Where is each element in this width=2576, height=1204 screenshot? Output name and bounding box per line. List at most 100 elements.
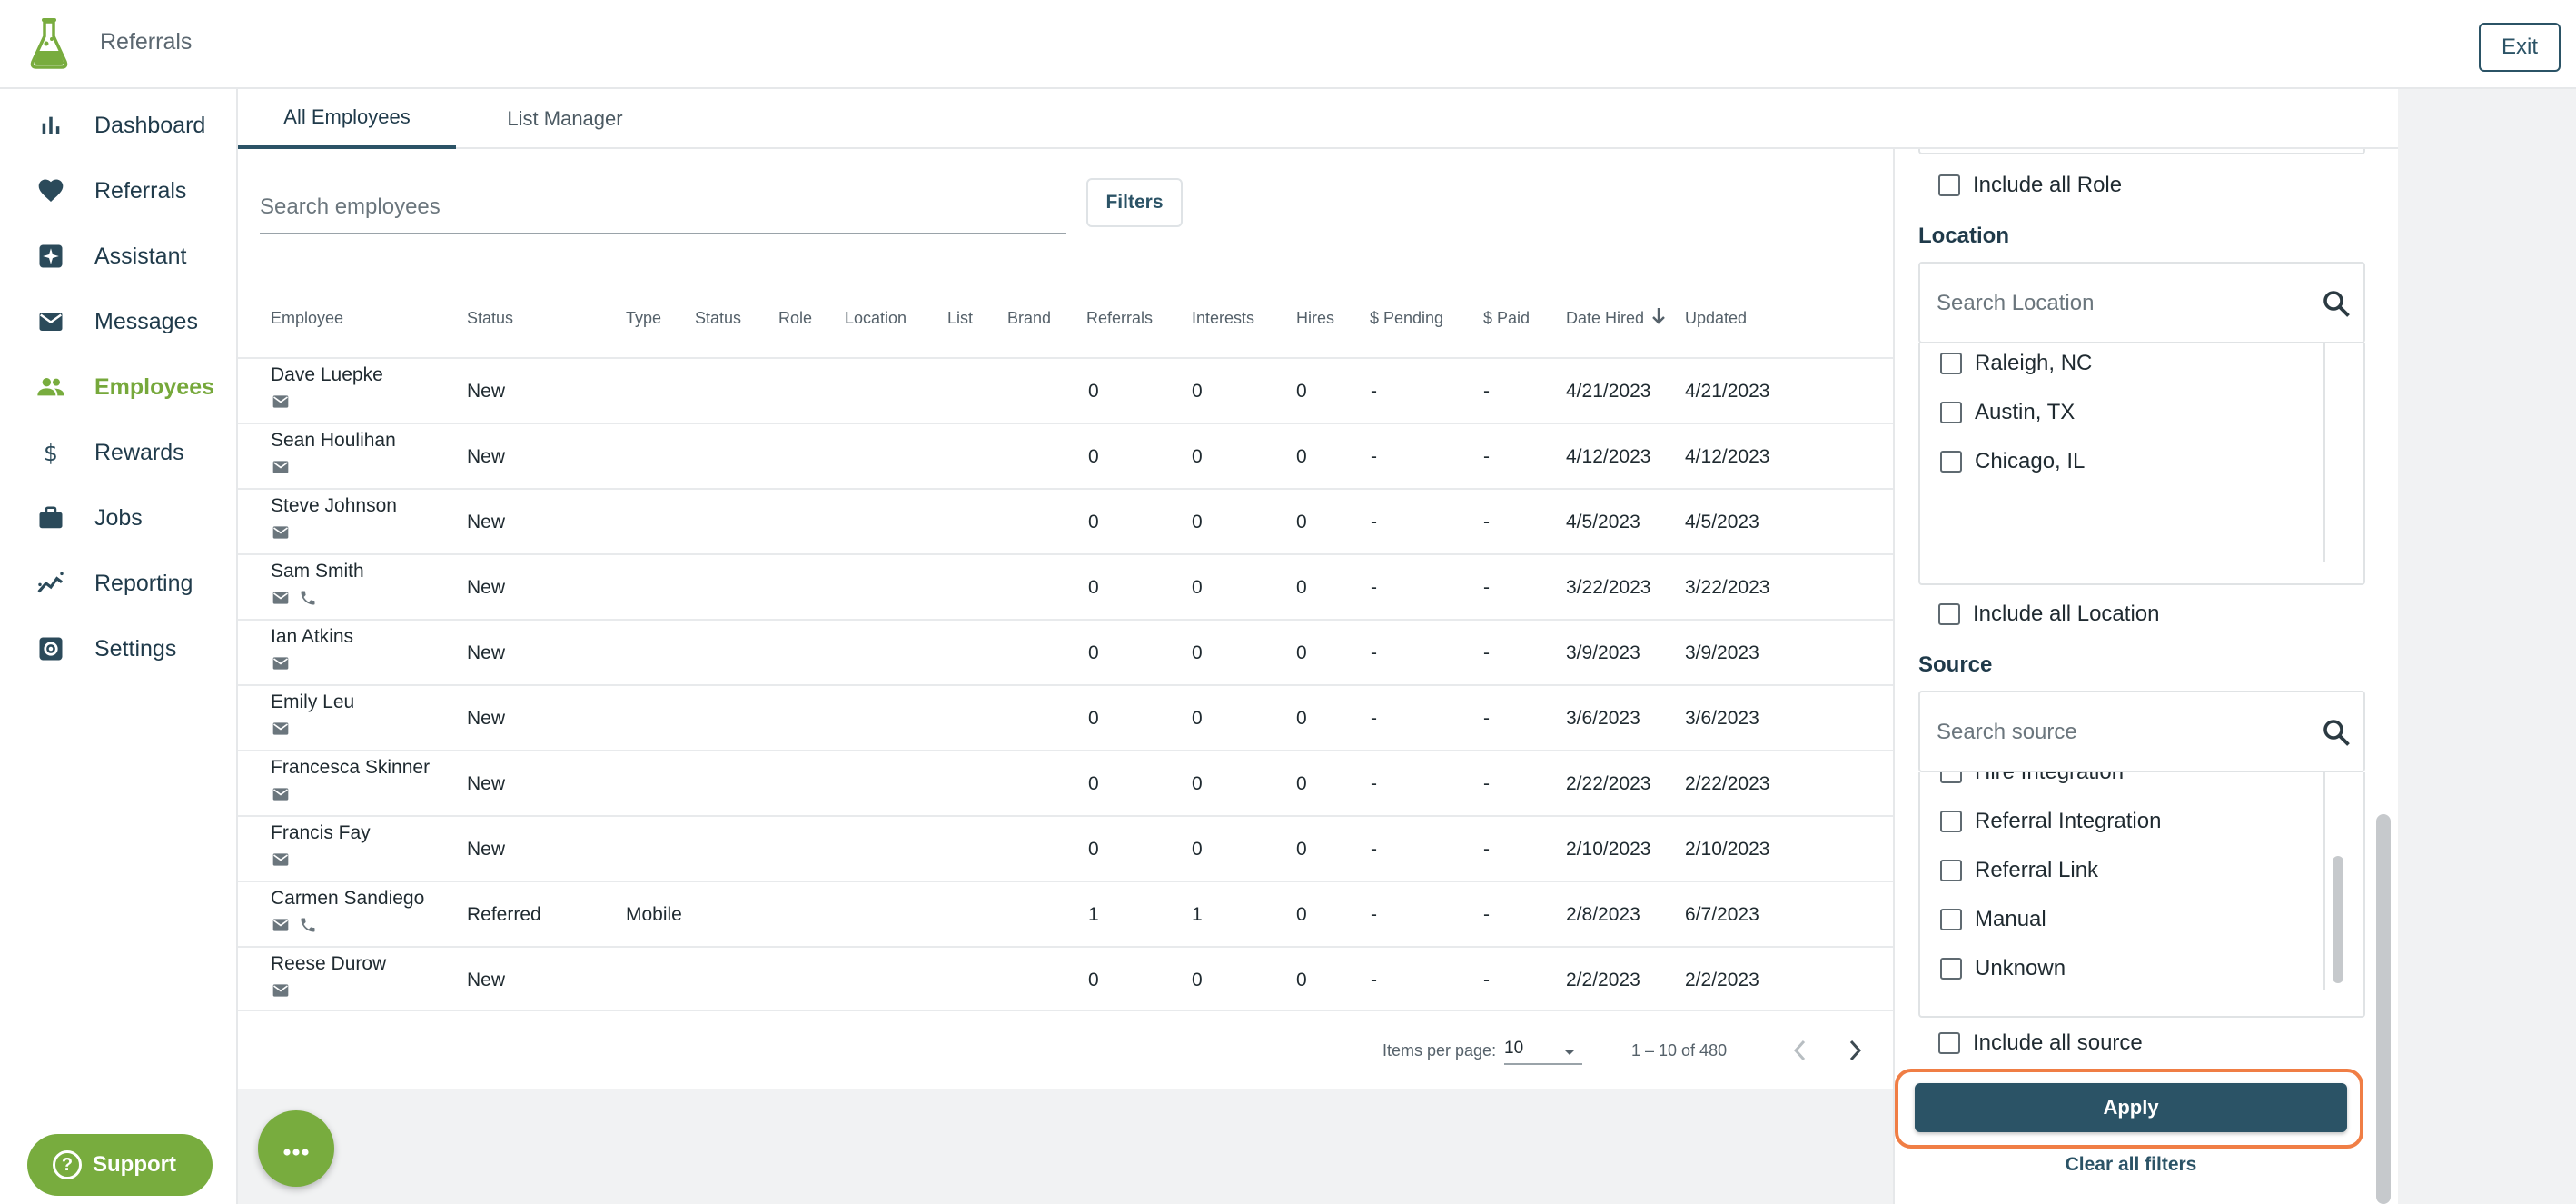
sidebar-item-dashboard[interactable]: Dashboard <box>0 97 236 154</box>
column-header[interactable]: Date Hired <box>1566 309 1644 328</box>
mail-icon[interactable] <box>271 980 291 1000</box>
sidebar-item-assistant[interactable]: Assistant <box>0 228 236 284</box>
column-header[interactable]: Location <box>845 309 907 328</box>
column-header[interactable]: $ Pending <box>1370 309 1443 328</box>
sidebar-item-rewards[interactable]: $ Rewards <box>0 424 236 481</box>
next-page-button[interactable] <box>1838 1032 1871 1069</box>
source-option-referral-link[interactable]: Referral Link <box>1940 858 2098 883</box>
checkbox[interactable] <box>1940 353 1962 374</box>
location-option-austin[interactable]: Austin, TX <box>1940 400 2075 425</box>
clear-all-filters-link[interactable]: Clear all filters <box>1915 1154 2347 1176</box>
employee-name[interactable]: Sam Smith <box>271 561 364 582</box>
column-header[interactable]: Status <box>467 309 513 328</box>
table-row[interactable]: Ian Atkins New 0 0 0 - - 3/9/2023 3/9/20… <box>238 619 1893 684</box>
column-header[interactable]: Hires <box>1296 309 1334 328</box>
column-header[interactable]: Role <box>778 309 812 328</box>
source-option-hire-integration[interactable]: Hire Integration <box>1940 772 2124 785</box>
employee-name[interactable]: Francesca Skinner <box>271 757 430 779</box>
checkbox[interactable] <box>1940 958 1962 980</box>
checkbox[interactable] <box>1940 909 1962 930</box>
employee-name[interactable]: Sean Houlihan <box>271 430 396 452</box>
table-row[interactable]: Francis Fay New 0 0 0 - - 2/10/2023 2/10… <box>238 815 1893 881</box>
search-icon[interactable] <box>2320 716 2353 749</box>
table-row[interactable]: Sam Smith New 0 0 0 - - 3/22/2023 3/22/2… <box>238 553 1893 619</box>
location-option-chicago[interactable]: Chicago, IL <box>1940 449 2085 474</box>
interests-cell: 0 <box>1192 708 1203 729</box>
search-input[interactable] <box>260 182 1066 233</box>
employee-name[interactable]: Carmen Sandiego <box>271 888 424 910</box>
column-header[interactable]: Employee <box>271 309 343 328</box>
table-row[interactable]: Carmen Sandiego Referred Mobile 1 1 0 - … <box>238 881 1893 946</box>
phone-icon[interactable] <box>298 588 318 608</box>
checkbox[interactable] <box>1938 1032 1960 1054</box>
table-row[interactable]: Emily Leu New 0 0 0 - - 3/6/2023 3/6/202… <box>238 684 1893 750</box>
tab-list-manager[interactable]: List Manager <box>456 89 674 149</box>
column-header[interactable]: Brand <box>1007 309 1051 328</box>
include-all-location-checkbox[interactable]: Include all Location <box>1938 602 2159 627</box>
sidebar-item-reporting[interactable]: Reporting <box>0 555 236 612</box>
source-option-unknown[interactable]: Unknown <box>1940 956 2066 981</box>
sidebar-item-messages[interactable]: Messages <box>0 294 236 350</box>
sidebar-item-settings[interactable]: Settings <box>0 621 236 677</box>
mail-icon[interactable] <box>271 522 291 542</box>
column-header[interactable]: List <box>947 309 973 328</box>
apply-button[interactable]: Apply <box>1915 1083 2347 1132</box>
table-row[interactable]: Sean Houlihan New 0 0 0 - - 4/12/2023 4/… <box>238 423 1893 488</box>
support-button[interactable]: ? Support <box>27 1134 213 1196</box>
sidebar-item-referrals[interactable]: Referrals <box>0 163 236 219</box>
more-actions-button[interactable] <box>258 1110 334 1187</box>
tab-all-employees[interactable]: All Employees <box>238 89 456 149</box>
checkbox[interactable] <box>1940 860 1962 881</box>
filters-button[interactable]: Filters <box>1086 178 1183 227</box>
search-icon[interactable] <box>2320 287 2353 320</box>
column-header[interactable]: Interests <box>1192 309 1254 328</box>
employee-name[interactable]: Reese Durow <box>271 953 386 975</box>
column-header[interactable]: Referrals <box>1086 309 1153 328</box>
checkbox[interactable] <box>1940 402 1962 423</box>
mail-icon[interactable] <box>271 653 291 673</box>
sidebar-item-employees[interactable]: Employees <box>0 359 236 415</box>
table-row[interactable]: Steve Johnson New 0 0 0 - - 4/5/2023 4/5… <box>238 488 1893 553</box>
mail-icon[interactable] <box>271 457 291 477</box>
arrow-down-icon[interactable] <box>1650 305 1668 332</box>
employee-name[interactable]: Ian Atkins <box>271 626 353 648</box>
sidebar-item-label: Reporting <box>94 570 193 596</box>
employee-name[interactable]: Dave Luepke <box>271 364 383 386</box>
exit-button[interactable]: Exit <box>2479 23 2561 72</box>
phone-icon[interactable] <box>298 915 318 935</box>
mail-icon[interactable] <box>271 392 291 412</box>
mail-icon[interactable] <box>271 784 291 804</box>
items-per-page-select[interactable]: 10 <box>1504 1034 1582 1065</box>
source-search-input[interactable] <box>1935 716 2298 749</box>
source-option-manual[interactable]: Manual <box>1940 907 2046 932</box>
panel-scrollbar-thumb[interactable] <box>2376 814 2391 1204</box>
table-row[interactable]: Francesca Skinner New 0 0 0 - - 2/22/202… <box>238 750 1893 815</box>
checkbox[interactable] <box>1940 811 1962 832</box>
source-option-referral-integration[interactable]: Referral Integration <box>1940 809 2161 834</box>
employee-name[interactable]: Francis Fay <box>271 822 371 844</box>
mail-icon[interactable] <box>271 915 291 935</box>
mail-icon[interactable] <box>271 588 291 608</box>
column-header[interactable]: Status <box>695 309 741 328</box>
checkbox[interactable] <box>1940 451 1962 473</box>
sidebar-item-jobs[interactable]: Jobs <box>0 490 236 546</box>
table-row[interactable]: Dave Luepke New 0 0 0 - - 4/21/2023 4/21… <box>238 357 1893 423</box>
employee-name[interactable]: Steve Johnson <box>271 495 397 517</box>
column-header[interactable]: $ Paid <box>1483 309 1530 328</box>
list-scrollbar[interactable] <box>2333 856 2343 983</box>
previous-page-button[interactable] <box>1784 1032 1817 1069</box>
column-header[interactable]: Type <box>626 309 661 328</box>
location-search-input[interactable] <box>1935 287 2298 320</box>
include-all-role-checkbox[interactable]: Include all Role <box>1938 173 2122 198</box>
checkbox[interactable] <box>1938 174 1960 196</box>
include-all-source-checkbox[interactable]: Include all source <box>1938 1030 2143 1056</box>
sidebar-item-label: Dashboard <box>94 112 206 138</box>
checkbox[interactable] <box>1940 772 1962 783</box>
mail-icon[interactable] <box>271 719 291 739</box>
employee-name[interactable]: Emily Leu <box>271 692 354 713</box>
column-header[interactable]: Updated <box>1685 309 1747 328</box>
table-row[interactable]: Reese Durow New 0 0 0 - - 2/2/2023 2/2/2… <box>238 946 1893 1011</box>
mail-icon[interactable] <box>271 850 291 870</box>
location-option-raleigh[interactable]: Raleigh, NC <box>1940 351 2092 376</box>
checkbox[interactable] <box>1938 603 1960 625</box>
